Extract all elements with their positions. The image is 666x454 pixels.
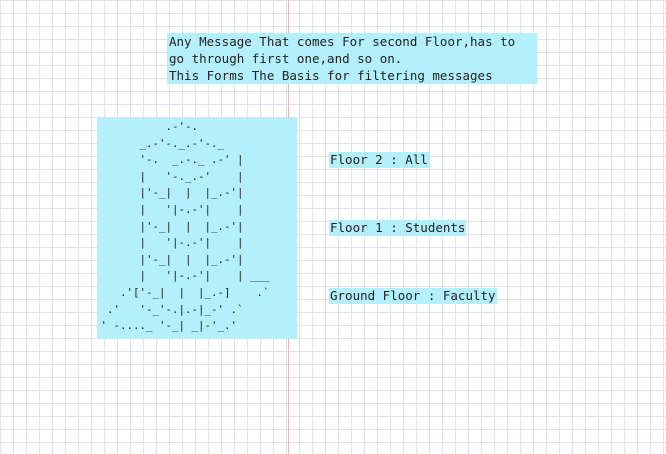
ground-floor-label: Ground Floor : Faculty bbox=[329, 288, 497, 304]
tower-art-text: .-'-. _.-'-._.-'-._ '-. _.-._ .-' | | '-… bbox=[100, 120, 270, 333]
caption-line: Any Message That comes For second Floor,… bbox=[169, 34, 516, 49]
caption-line: This Forms The Basis for filtering messa… bbox=[169, 68, 493, 83]
floor-1-label: Floor 1 : Students bbox=[329, 220, 467, 236]
caption-line: go through first one,and so on. bbox=[169, 51, 403, 66]
tower-ascii-art: .-'-. _.-'-._.-'-._ '-. _.-._ .-' | | '-… bbox=[97, 118, 297, 339]
caption-box: Any Message That comes For second Floor,… bbox=[167, 33, 537, 84]
floor-2-label: Floor 2 : All bbox=[329, 152, 429, 168]
